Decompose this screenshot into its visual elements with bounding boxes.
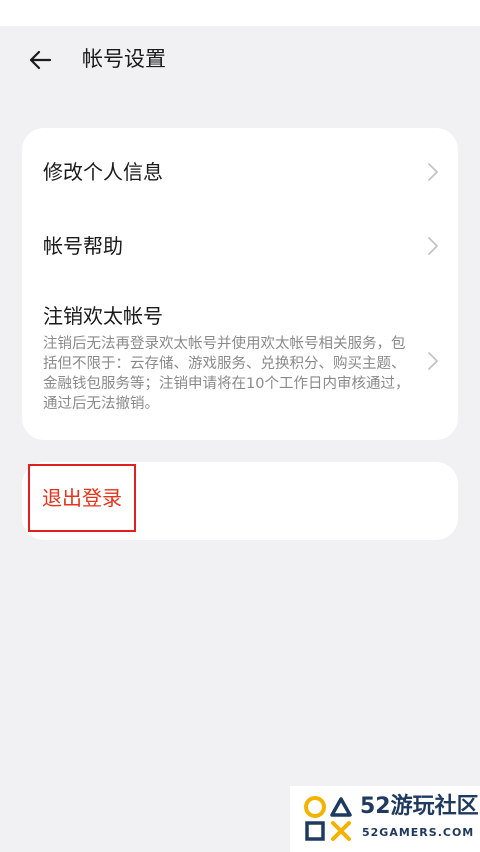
account-settings-card: 修改个人信息 帐号帮助 注销欢太帐号 注销后无法再登录欢太帐号并使用欢太帐号相关… xyxy=(22,128,458,440)
arrow-left-icon xyxy=(29,50,52,70)
deactivate-account-label: 注销欢太帐号 xyxy=(43,304,163,328)
deactivate-account-item[interactable]: 注销欢太帐号 注销后无法再登录欢太帐号并使用欢太帐号相关服务，包括但不限于：云存… xyxy=(22,296,458,424)
watermark: 52游玩社区 52GAMERS.COM xyxy=(290,786,480,852)
account-help-label: 帐号帮助 xyxy=(43,234,123,258)
watermark-title: 52游玩社区 xyxy=(360,794,479,819)
watermark-subtitle: 52GAMERS.COM xyxy=(362,826,475,839)
back-button[interactable] xyxy=(22,42,58,78)
edit-profile-item[interactable]: 修改个人信息 xyxy=(22,150,458,194)
logout-label: 退出登录 xyxy=(42,486,122,510)
watermark-logo-icon xyxy=(304,796,352,841)
page-title: 帐号设置 xyxy=(82,47,166,71)
header: 帐号设置 xyxy=(0,26,480,90)
chevron-right-icon xyxy=(428,352,438,370)
chevron-right-icon xyxy=(428,163,438,181)
deactivate-account-description: 注销后无法再登录欢太帐号并使用欢太帐号相关服务，包括但不限于：云存储、游戏服务、… xyxy=(43,336,410,412)
logout-card: 退出登录 xyxy=(22,462,458,540)
chevron-right-icon xyxy=(428,237,438,255)
edit-profile-label: 修改个人信息 xyxy=(43,160,163,184)
logout-button[interactable]: 退出登录 xyxy=(28,464,136,532)
account-help-item[interactable]: 帐号帮助 xyxy=(22,224,458,268)
status-bar xyxy=(0,0,480,26)
